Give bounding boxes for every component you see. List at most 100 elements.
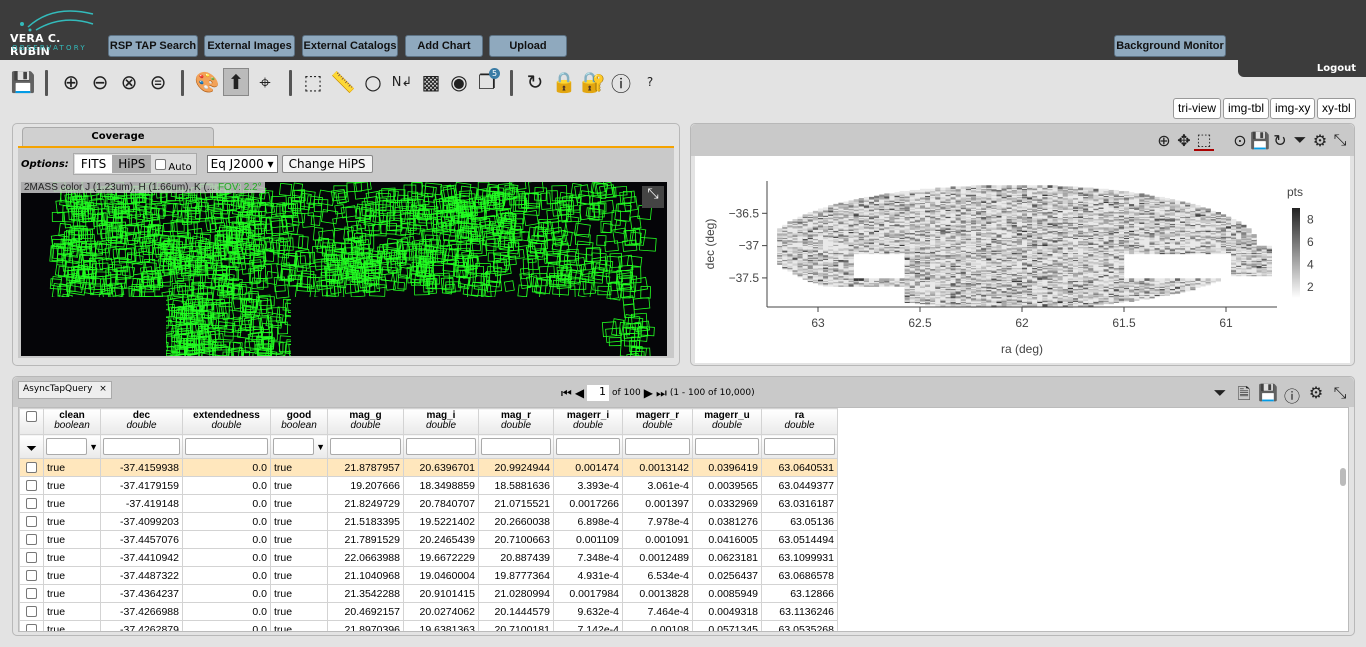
heatmap-cell [853, 199, 859, 202]
auto-checkbox[interactable] [155, 158, 167, 170]
heatmap-cell [863, 278, 870, 281]
filter-icon[interactable]: ⏷ [1290, 130, 1310, 150]
save-icon[interactable]: 💾 [1250, 131, 1270, 150]
heatmap-cell [858, 198, 864, 201]
rubin-logo: VERA C. RUBIN OBSERVATORY [8, 2, 98, 58]
crosshair-icon[interactable]: ⌖ [252, 68, 278, 96]
markers-icon[interactable]: ○ [360, 68, 386, 96]
options-label: Options: [21, 158, 69, 170]
zoom-fill-icon[interactable]: ⊜ [145, 68, 171, 96]
xy-tbl-button[interactable]: xy-tbl [1317, 98, 1356, 119]
color-palette-icon[interactable]: 🎨 [194, 68, 220, 96]
heatmap-cell [920, 188, 926, 192]
heatmap-cell [1052, 185, 1058, 188]
select-icon[interactable]: ⬚ [1194, 130, 1214, 151]
heatmap-cell [869, 196, 875, 200]
zoom-out-icon[interactable]: ⊖ [87, 68, 113, 96]
heatmap-cell [899, 278, 905, 281]
heatmap-cell [1067, 186, 1074, 190]
heatmap-cell [1001, 185, 1007, 188]
heatmap-cell [1027, 185, 1033, 188]
background-monitor-button[interactable]: Background Monitor [1114, 35, 1226, 57]
zoom-in-icon[interactable]: ⊕ [58, 68, 84, 96]
save-icon[interactable]: 💾 [10, 68, 36, 96]
heatmap-cell [807, 212, 813, 215]
chart-panel: ⊕ ✥ ⬚ ⊙ 💾 ↻ ⏷ ⚙ ⤡ 63 62.5 62 61.5 61 −36.5 −37… [690, 123, 1355, 366]
heatmap-cell [965, 186, 972, 190]
heatmap-cell [833, 203, 839, 207]
heatmap-cell [879, 278, 885, 281]
expand-icon[interactable]: ⤡ [1330, 130, 1350, 150]
external-catalogs-button[interactable]: External Catalogs [302, 35, 398, 57]
heatmap-cell [940, 187, 946, 191]
heatmap-cell [884, 193, 890, 197]
coverage-image[interactable]: 2MASS color J (1.23um), H (1.66um), K (.… [21, 182, 667, 356]
heatmap-cell [1037, 185, 1043, 188]
logout-link[interactable]: Logout [1238, 60, 1366, 77]
rsp-tap-search-button[interactable]: RSP TAP Search [108, 35, 198, 57]
heatmap-cell [787, 221, 793, 224]
fits-header-icon[interactable]: ⓘ [608, 68, 634, 96]
img-xy-button[interactable]: img-xy [1270, 98, 1316, 119]
coverage-overlay [21, 182, 657, 356]
heatmap-cell [971, 185, 977, 188]
external-images-button[interactable]: External Images [204, 35, 295, 57]
heatmap-chart[interactable]: 63 62.5 62 61.5 61−36.5−37−37.5ra (deg)dec (… [695, 156, 1350, 363]
heatmap-cell [879, 194, 885, 198]
heatmap-cell [843, 201, 849, 205]
heatmap-cell [869, 278, 875, 281]
heatmap-cell [1042, 185, 1048, 188]
grid-icon[interactable]: ▩ [418, 68, 444, 96]
zoom-fit-icon[interactable]: ⊗ [116, 68, 142, 96]
heatmap-cell [904, 191, 910, 194]
heatmap-cell [894, 278, 900, 281]
heatmap-cell [889, 278, 895, 281]
rotate-north-icon[interactable]: N↲ [389, 68, 415, 96]
heatmap-cell [955, 186, 961, 190]
restore-icon[interactable]: ↻ [1270, 131, 1290, 150]
heatmap-cell [1011, 185, 1017, 188]
add-chart-button[interactable]: Add Chart [405, 35, 483, 57]
change-hips-button[interactable]: Change HiPS [281, 155, 373, 173]
layers-badge: 5 [489, 68, 500, 79]
fits-toggle[interactable]: FITS [74, 155, 113, 173]
heatmap-cell [930, 188, 936, 192]
heatmap-cell [874, 278, 880, 281]
zoom-icon[interactable]: ⊕ [1154, 131, 1174, 150]
heatmap-cell [792, 218, 798, 222]
north-up-icon[interactable]: ⬆ [223, 68, 249, 96]
coord-system-select[interactable]: Eq J2000 ▾ [206, 155, 278, 173]
reset-zoom-icon[interactable]: ⊙ [1230, 131, 1250, 150]
tab-coverage[interactable]: Coverage [22, 127, 214, 147]
expand-icon[interactable]: ⤡ [642, 186, 664, 208]
heatmap-cell [950, 186, 956, 190]
hips-toggle[interactable]: HiPS [112, 155, 152, 173]
heatmap-cell [986, 185, 992, 188]
heatmap-cell [823, 207, 829, 210]
mask-icon[interactable]: ◉ [446, 68, 472, 96]
tri-view-button[interactable]: tri-view [1173, 98, 1221, 119]
heatmap-cell [976, 185, 982, 188]
heatmap-cell [828, 205, 834, 208]
lock-image-icon[interactable]: 🔒 [551, 68, 577, 96]
heatmap-cell [996, 185, 1002, 188]
layers-icon[interactable]: ❐ 5 [474, 68, 500, 96]
heatmap-cell [838, 202, 844, 206]
pan-icon[interactable]: ✥ [1174, 131, 1194, 150]
heatmap-cell [797, 216, 803, 220]
upload-button[interactable]: Upload [489, 35, 567, 57]
heatmap-cell [1057, 186, 1063, 190]
help-icon[interactable]: ? [640, 68, 660, 96]
restore-icon[interactable]: ↻ [522, 68, 548, 96]
select-area-icon[interactable]: ⬚ [300, 68, 326, 96]
heatmap-cell [914, 189, 921, 193]
heatmap-cell [991, 185, 997, 188]
img-tbl-button[interactable]: img-tbl [1223, 98, 1270, 119]
lock-wcs-icon[interactable]: 🔐 [580, 68, 606, 96]
distance-icon[interactable]: 📏 [330, 68, 356, 96]
heatmap-cell [889, 193, 895, 197]
heatmap-cell [960, 186, 966, 190]
settings-icon[interactable]: ⚙ [1310, 131, 1330, 150]
heatmap-cell [863, 196, 870, 200]
heatmap-cell [945, 187, 951, 191]
